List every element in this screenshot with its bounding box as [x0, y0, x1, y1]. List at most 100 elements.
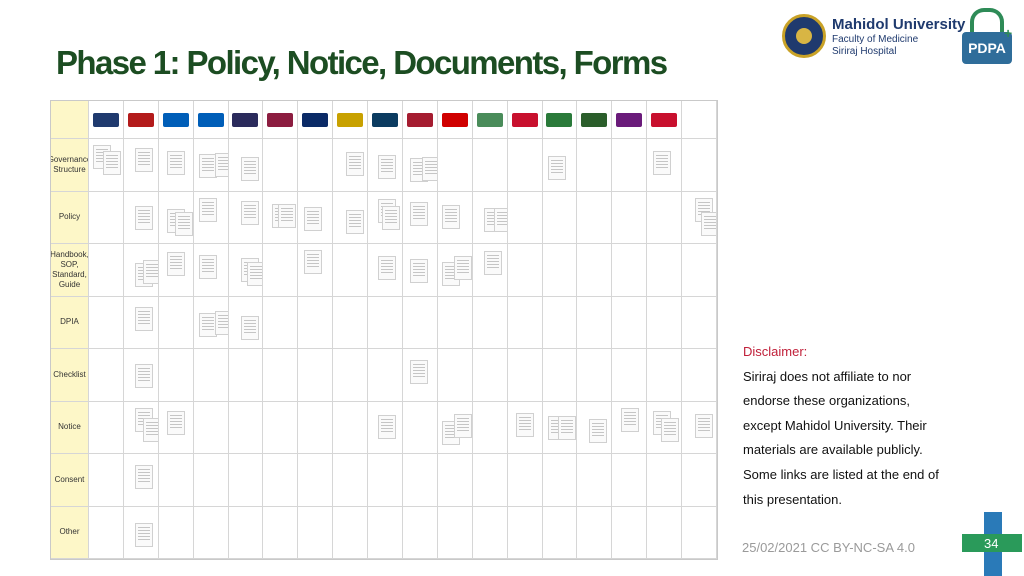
- matrix-cell: [158, 296, 194, 349]
- document-thumbnail: [166, 252, 185, 276]
- matrix-cell: [647, 191, 683, 244]
- matrix-cell: [298, 454, 334, 507]
- document-thumbnail: [278, 203, 297, 228]
- matrix-cell: [333, 349, 369, 402]
- matrix-cell: [89, 506, 124, 559]
- document-thumbnail: [142, 260, 158, 284]
- matrix-cell: [193, 401, 229, 454]
- matrix-cell: [612, 401, 648, 454]
- matrix-cell: [577, 244, 613, 297]
- matrix-cell: [577, 401, 613, 454]
- disclaimer-line: Siriraj does not affiliate to nor: [743, 368, 912, 384]
- document-thumbnail: [547, 156, 566, 180]
- matrix-cell: [368, 244, 403, 297]
- document-thumbnail: [453, 256, 472, 280]
- document-thumbnail: [346, 152, 365, 176]
- matrix-cell: [403, 296, 438, 349]
- org-logo-cell: [542, 101, 578, 139]
- org-logo-cell: [647, 101, 683, 139]
- matrix-cell: [437, 349, 473, 402]
- matrix-cell: [298, 191, 334, 244]
- matrix-cell: [403, 139, 438, 192]
- matrix-cell: [333, 401, 369, 454]
- thai-airways-logo-icon: [616, 112, 643, 127]
- matrix-cell: [437, 296, 473, 349]
- document-thumbnail: [410, 201, 428, 226]
- document-thumbnail: [103, 151, 121, 175]
- matrix-cell: [193, 349, 229, 402]
- document-thumbnail: [166, 410, 185, 435]
- matrix-cell: [647, 454, 683, 507]
- mahidol-logo-icon: [92, 112, 119, 127]
- document-thumbnail: [410, 259, 428, 283]
- document-thumbnail: [198, 255, 217, 279]
- document-thumbnail: [240, 157, 259, 181]
- matrix-cell: [577, 506, 613, 559]
- document-thumbnail: [304, 206, 323, 231]
- matrix-cell: [123, 349, 159, 402]
- matrix-cell: [263, 349, 299, 402]
- matrix-cell: [263, 506, 299, 559]
- document-thumbnail: [134, 205, 153, 230]
- matrix-cell: [682, 244, 717, 297]
- document-thumbnail: [653, 151, 672, 175]
- matrix-cell: [612, 191, 648, 244]
- matrix-cell: [123, 506, 159, 559]
- matrix-cell: [682, 454, 717, 507]
- matrix-cell: [403, 191, 438, 244]
- blank-logo-icon: [686, 112, 713, 127]
- org-logo-cell: [158, 101, 194, 139]
- document-thumbnail: [378, 414, 397, 439]
- matrix-cell: [193, 454, 229, 507]
- london-logo-icon: [302, 112, 329, 127]
- matrix-cell: [158, 349, 194, 402]
- row-header: Other: [51, 506, 89, 559]
- disclaimer-line: endorse these organizations,: [743, 393, 910, 409]
- matrix-cell: [298, 296, 334, 349]
- matrix-cell: [507, 244, 543, 297]
- matrix-cell: [647, 401, 683, 454]
- matrix-cell: [158, 506, 194, 559]
- matrix-cell: [228, 454, 264, 507]
- brand-sub-hospital: Siriraj Hospital: [832, 46, 897, 57]
- matrix-cell: [193, 191, 229, 244]
- matrix-cell: [333, 506, 369, 559]
- document-thumbnail: [166, 151, 185, 175]
- matrix-cell: [437, 506, 473, 559]
- document-thumbnail: [695, 413, 714, 438]
- nhs-trust-logo-icon: [197, 112, 224, 127]
- org-logo-cell: [403, 101, 438, 139]
- matrix-cell: [89, 401, 124, 454]
- matrix-cell: [682, 349, 717, 402]
- matrix-cell: [263, 296, 299, 349]
- matrix-cell: [403, 506, 438, 559]
- matrix-cell: [542, 454, 578, 507]
- matrix-cell: [577, 296, 613, 349]
- matrix-cell: [542, 506, 578, 559]
- matrix-cell: [403, 244, 438, 297]
- org-logo-cell: [333, 101, 369, 139]
- matrix-cell: [89, 191, 124, 244]
- matrix-cell: [89, 454, 124, 507]
- matrix-cell: [228, 296, 264, 349]
- matrix-cell: [542, 296, 578, 349]
- matrix-cell: [472, 139, 508, 192]
- document-thumbnail: [240, 200, 259, 225]
- matrix-cell: [158, 139, 194, 192]
- matrix-cell: [333, 454, 369, 507]
- disclaimer-line: this presentation.: [743, 491, 843, 507]
- matrix-cell: [228, 139, 264, 192]
- matrix-cell: [542, 139, 578, 192]
- matrix-cell: [193, 244, 229, 297]
- matrix-cell: [437, 401, 473, 454]
- matrix-cell: [193, 506, 229, 559]
- matrix-cell: [647, 296, 683, 349]
- matrix-cell: [507, 191, 543, 244]
- matrix-cell: [228, 506, 264, 559]
- row-header: DPIA: [51, 296, 89, 349]
- matrix-cell: [472, 244, 508, 297]
- footer-date-license: 25/02/2021 CC BY-NC-SA 4.0: [742, 540, 915, 555]
- matrix-cell: [263, 191, 299, 244]
- document-thumbnail: [410, 360, 428, 384]
- disclaimer-heading: Disclaimer:: [743, 344, 808, 359]
